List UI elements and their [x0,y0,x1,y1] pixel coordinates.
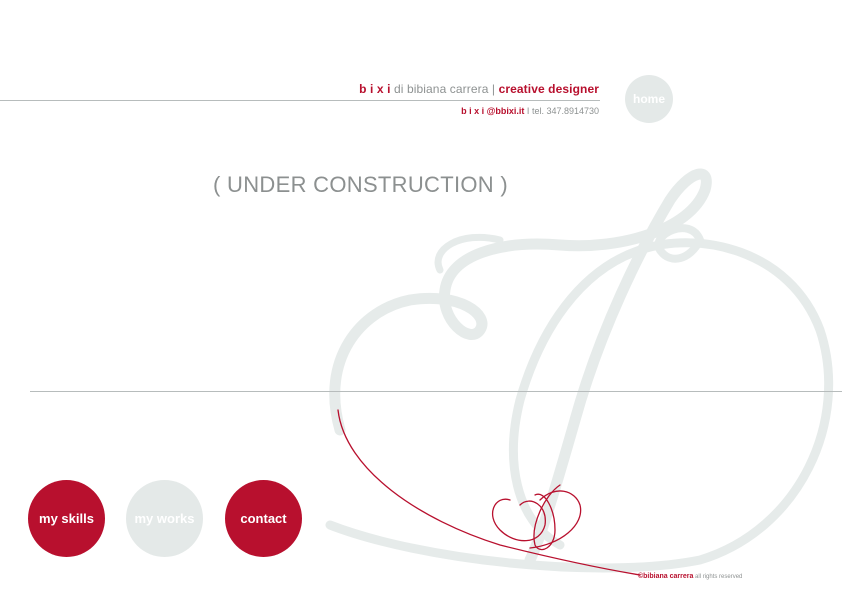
my-skills-button[interactable]: my skills [28,480,105,557]
my-works-button[interactable]: my works [126,480,203,557]
phone-number: tel. 347.8914730 [531,106,599,116]
designer-role: creative designer [498,82,599,96]
content-divider [30,391,842,392]
designer-byline: di bibiana carrera | [390,82,499,96]
red-flourish-stroke [337,409,641,576]
email-link[interactable]: b i x i @bbixi.it [461,106,524,116]
footer-copyright: ©bibiana carrera all rights reserved [638,573,742,580]
contact-button[interactable]: contact [225,480,302,557]
under-construction-text: ( UNDER CONSTRUCTION ) [213,172,509,197]
home-button[interactable]: home [625,75,673,123]
brand-name: b i x i [359,82,391,96]
header-divider [0,100,600,101]
contact-separator: I [524,106,532,116]
copyright-owner: ©bibiana carrera [638,573,694,580]
copyright-rights: all rights reserved [693,574,743,580]
site-title: b i x i di bibiana carrera | creative de… [359,82,599,96]
contact-info: b i x i @bbixi.it I tel. 347.8914730 [461,106,599,116]
